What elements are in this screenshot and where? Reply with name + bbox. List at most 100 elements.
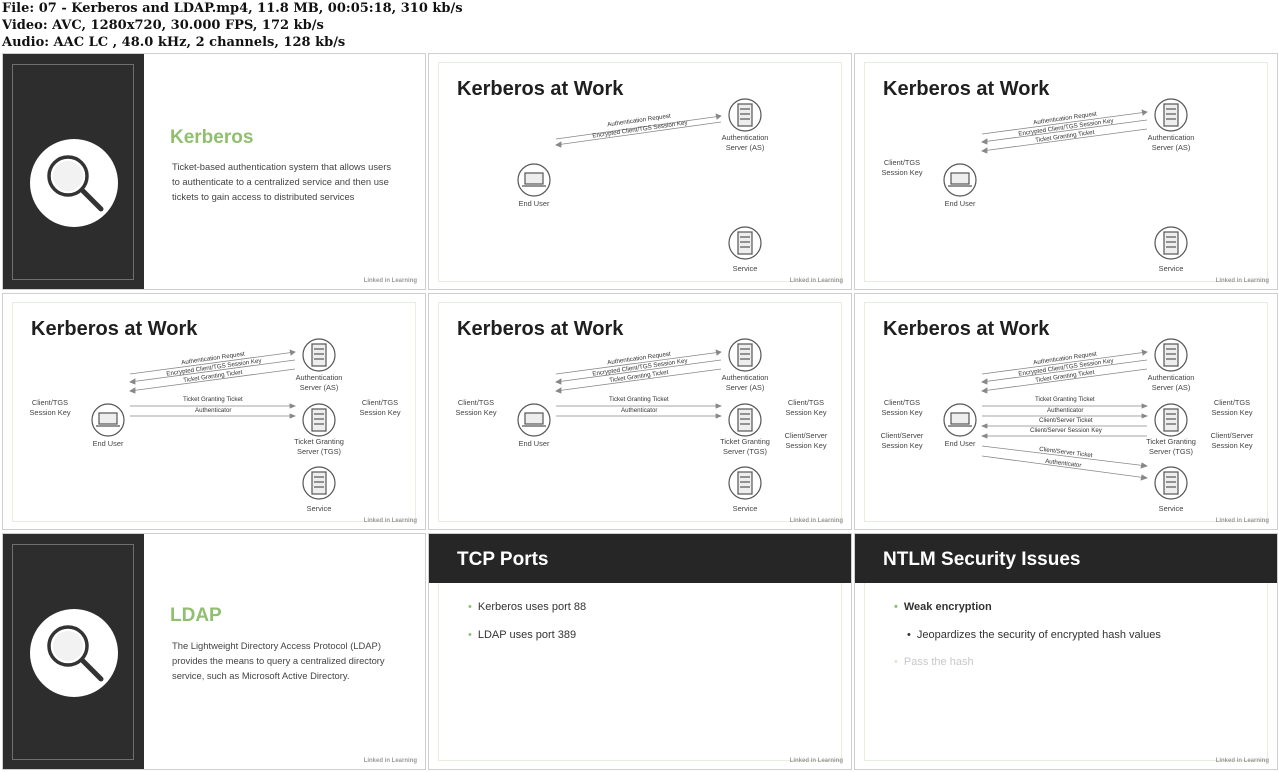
thumbnail-kerberos-intro[interactable]: Kerberos Ticket-based authentication sys…	[2, 53, 426, 290]
label-line: Client/TGS	[457, 398, 495, 407]
label-client-server-key: Client/Server Session Key	[873, 431, 931, 451]
label-line: Server (TGS)	[723, 447, 767, 456]
label-auth-server: Authentication Server (AS)	[715, 133, 775, 153]
bullet-item: • LDAP uses port 389	[468, 629, 577, 641]
watermark: Linked in Learning	[789, 758, 843, 764]
sub-bullet-item: • Jeopardizes the security of encrypted h…	[907, 629, 1161, 641]
server-icon	[728, 338, 762, 372]
label-line: Ticket Granting	[294, 437, 344, 446]
label-client-tgs-key: Client/TGS Session Key	[781, 398, 831, 418]
label-line: Session Key	[881, 408, 923, 417]
watermark: Linked in Learning	[1215, 278, 1269, 284]
thumbnail-ldap-intro[interactable]: LDAP The Lightweight Directory Access Pr…	[2, 533, 426, 770]
label-service: Service	[732, 504, 758, 513]
label-client-tgs-key: Client/TGS Session Key	[877, 158, 927, 178]
bullet-item: • Kerberos uses port 88	[468, 601, 587, 613]
label-line: Authentication	[295, 373, 343, 382]
label-end-user: End User	[944, 439, 976, 448]
intro-title: LDAP	[170, 605, 222, 626]
label-service: Service	[1158, 504, 1184, 513]
intro-title: Kerberos	[170, 127, 254, 148]
bullet-text: LDAP uses port 389	[477, 629, 577, 641]
bullet-text: Kerberos uses port 88	[477, 601, 587, 613]
label-line: Ticket Granting	[1146, 437, 1196, 446]
label-line: Authentication	[1147, 373, 1195, 382]
label-line: Authentication	[1147, 133, 1195, 142]
label-line: Client/Server	[880, 431, 924, 440]
label-line: Server (TGS)	[297, 447, 341, 456]
diagram-arrows	[517, 98, 762, 260]
end-user-laptop-icon	[943, 403, 977, 437]
dark-panel	[3, 534, 144, 769]
end-user-laptop-icon	[517, 163, 551, 197]
label-line: Session Key	[29, 408, 71, 417]
icon-circle	[30, 609, 118, 697]
thumbnail-kerberos-step-4[interactable]: Kerberos at Work Authentication Request …	[428, 293, 852, 530]
label-line: Session Key	[1211, 408, 1253, 417]
server-icon	[728, 226, 762, 260]
title-bar: TCP Ports	[429, 534, 851, 583]
server-icon	[728, 403, 762, 437]
title-bar: NTLM Security Issues	[855, 534, 1277, 583]
label-tgs: Ticket Granting Server (TGS)	[289, 437, 349, 457]
label-line: Client/TGS	[883, 398, 921, 407]
watermark: Linked in Learning	[789, 278, 843, 284]
thumbnail-ntlm-issues[interactable]: NTLM Security Issues • Weak encryption • J…	[854, 533, 1278, 770]
label-line: Client/Server	[1210, 431, 1254, 440]
magnifying-glass-icon	[47, 155, 104, 212]
label-auth-server: Authentication Server (AS)	[1141, 133, 1201, 153]
audio-info: Audio: AAC LC , 48.0 kHz, 2 channels, 12…	[2, 35, 346, 50]
message-tgt: Ticket Granting Ticket	[1035, 396, 1095, 403]
label-line: Session Key	[881, 441, 923, 450]
label-client-server-key: Client/Server Session Key	[1203, 431, 1261, 451]
intro-body: Ticket-based authentication system that …	[172, 161, 392, 202]
bullet-text: Weak encryption	[903, 601, 992, 613]
label-client-tgs-key: Client/TGS Session Key	[25, 398, 75, 418]
bullet-item-faded: • Pass the hash	[894, 656, 974, 668]
watermark: Linked in Learning	[789, 518, 843, 524]
file-info: File: 07 - Kerberos and LDAP.mp4, 11.8 M…	[2, 1, 463, 16]
label-service: Service	[1158, 264, 1184, 273]
label-line: Session Key	[785, 441, 827, 450]
message-client-server-ticket: Client/Server Ticket	[1039, 417, 1093, 424]
label-end-user: End User	[92, 439, 124, 448]
thumbnail-kerberos-step-3[interactable]: Kerberos at Work Authentication Request …	[2, 293, 426, 530]
label-auth-server: Authentication Server (AS)	[715, 373, 775, 393]
label-end-user: End User	[518, 439, 550, 448]
thumbnail-kerberos-step-2[interactable]: Kerberos at Work Authentication Request …	[854, 53, 1278, 290]
thumbnail-tcp-ports[interactable]: TCP Ports • Kerberos uses port 88 • LDAP u…	[428, 533, 852, 770]
label-tgs: Ticket Granting Server (TGS)	[715, 437, 775, 457]
icon-circle	[30, 139, 118, 227]
message-authenticator: Authenticator	[195, 407, 232, 414]
server-icon	[1154, 466, 1188, 500]
server-icon	[302, 466, 336, 500]
label-line: Server (AS)	[299, 383, 339, 392]
label-line: Client/TGS	[883, 158, 921, 167]
server-icon	[302, 403, 336, 437]
message-authenticator: Authenticator	[1047, 407, 1084, 414]
server-icon	[1154, 403, 1188, 437]
watermark: Linked in Learning	[1215, 518, 1269, 524]
label-line: Authentication	[721, 133, 769, 142]
label-client-tgs-key: Client/TGS Session Key	[355, 398, 405, 418]
label-service: Service	[306, 504, 332, 513]
label-line: Client/Server	[784, 431, 828, 440]
server-icon	[1154, 338, 1188, 372]
label-auth-server: Authentication Server (AS)	[1141, 373, 1201, 393]
label-line: Server (AS)	[1151, 143, 1191, 152]
bullet-text: Pass the hash	[903, 656, 974, 668]
label-line: Session Key	[881, 168, 923, 177]
label-line: Session Key	[455, 408, 497, 417]
watermark: Linked in Learning	[363, 278, 417, 284]
label-client-tgs-key: Client/TGS Session Key	[1207, 398, 1257, 418]
label-tgs: Ticket Granting Server (TGS)	[1141, 437, 1201, 457]
label-line: Session Key	[1211, 441, 1253, 450]
thumbnail-kerberos-step-5[interactable]: Kerberos at Work Authentication Request …	[854, 293, 1278, 530]
label-line: Server (AS)	[725, 383, 765, 392]
thumbnail-kerberos-step-1[interactable]: Kerberos at Work Authentication Request …	[428, 53, 852, 290]
label-line: Session Key	[359, 408, 401, 417]
label-line: Server (TGS)	[1149, 447, 1193, 456]
label-line: Client/TGS	[1213, 398, 1251, 407]
label-client-server-key: Client/Server Session Key	[777, 431, 835, 451]
server-icon	[1154, 226, 1188, 260]
